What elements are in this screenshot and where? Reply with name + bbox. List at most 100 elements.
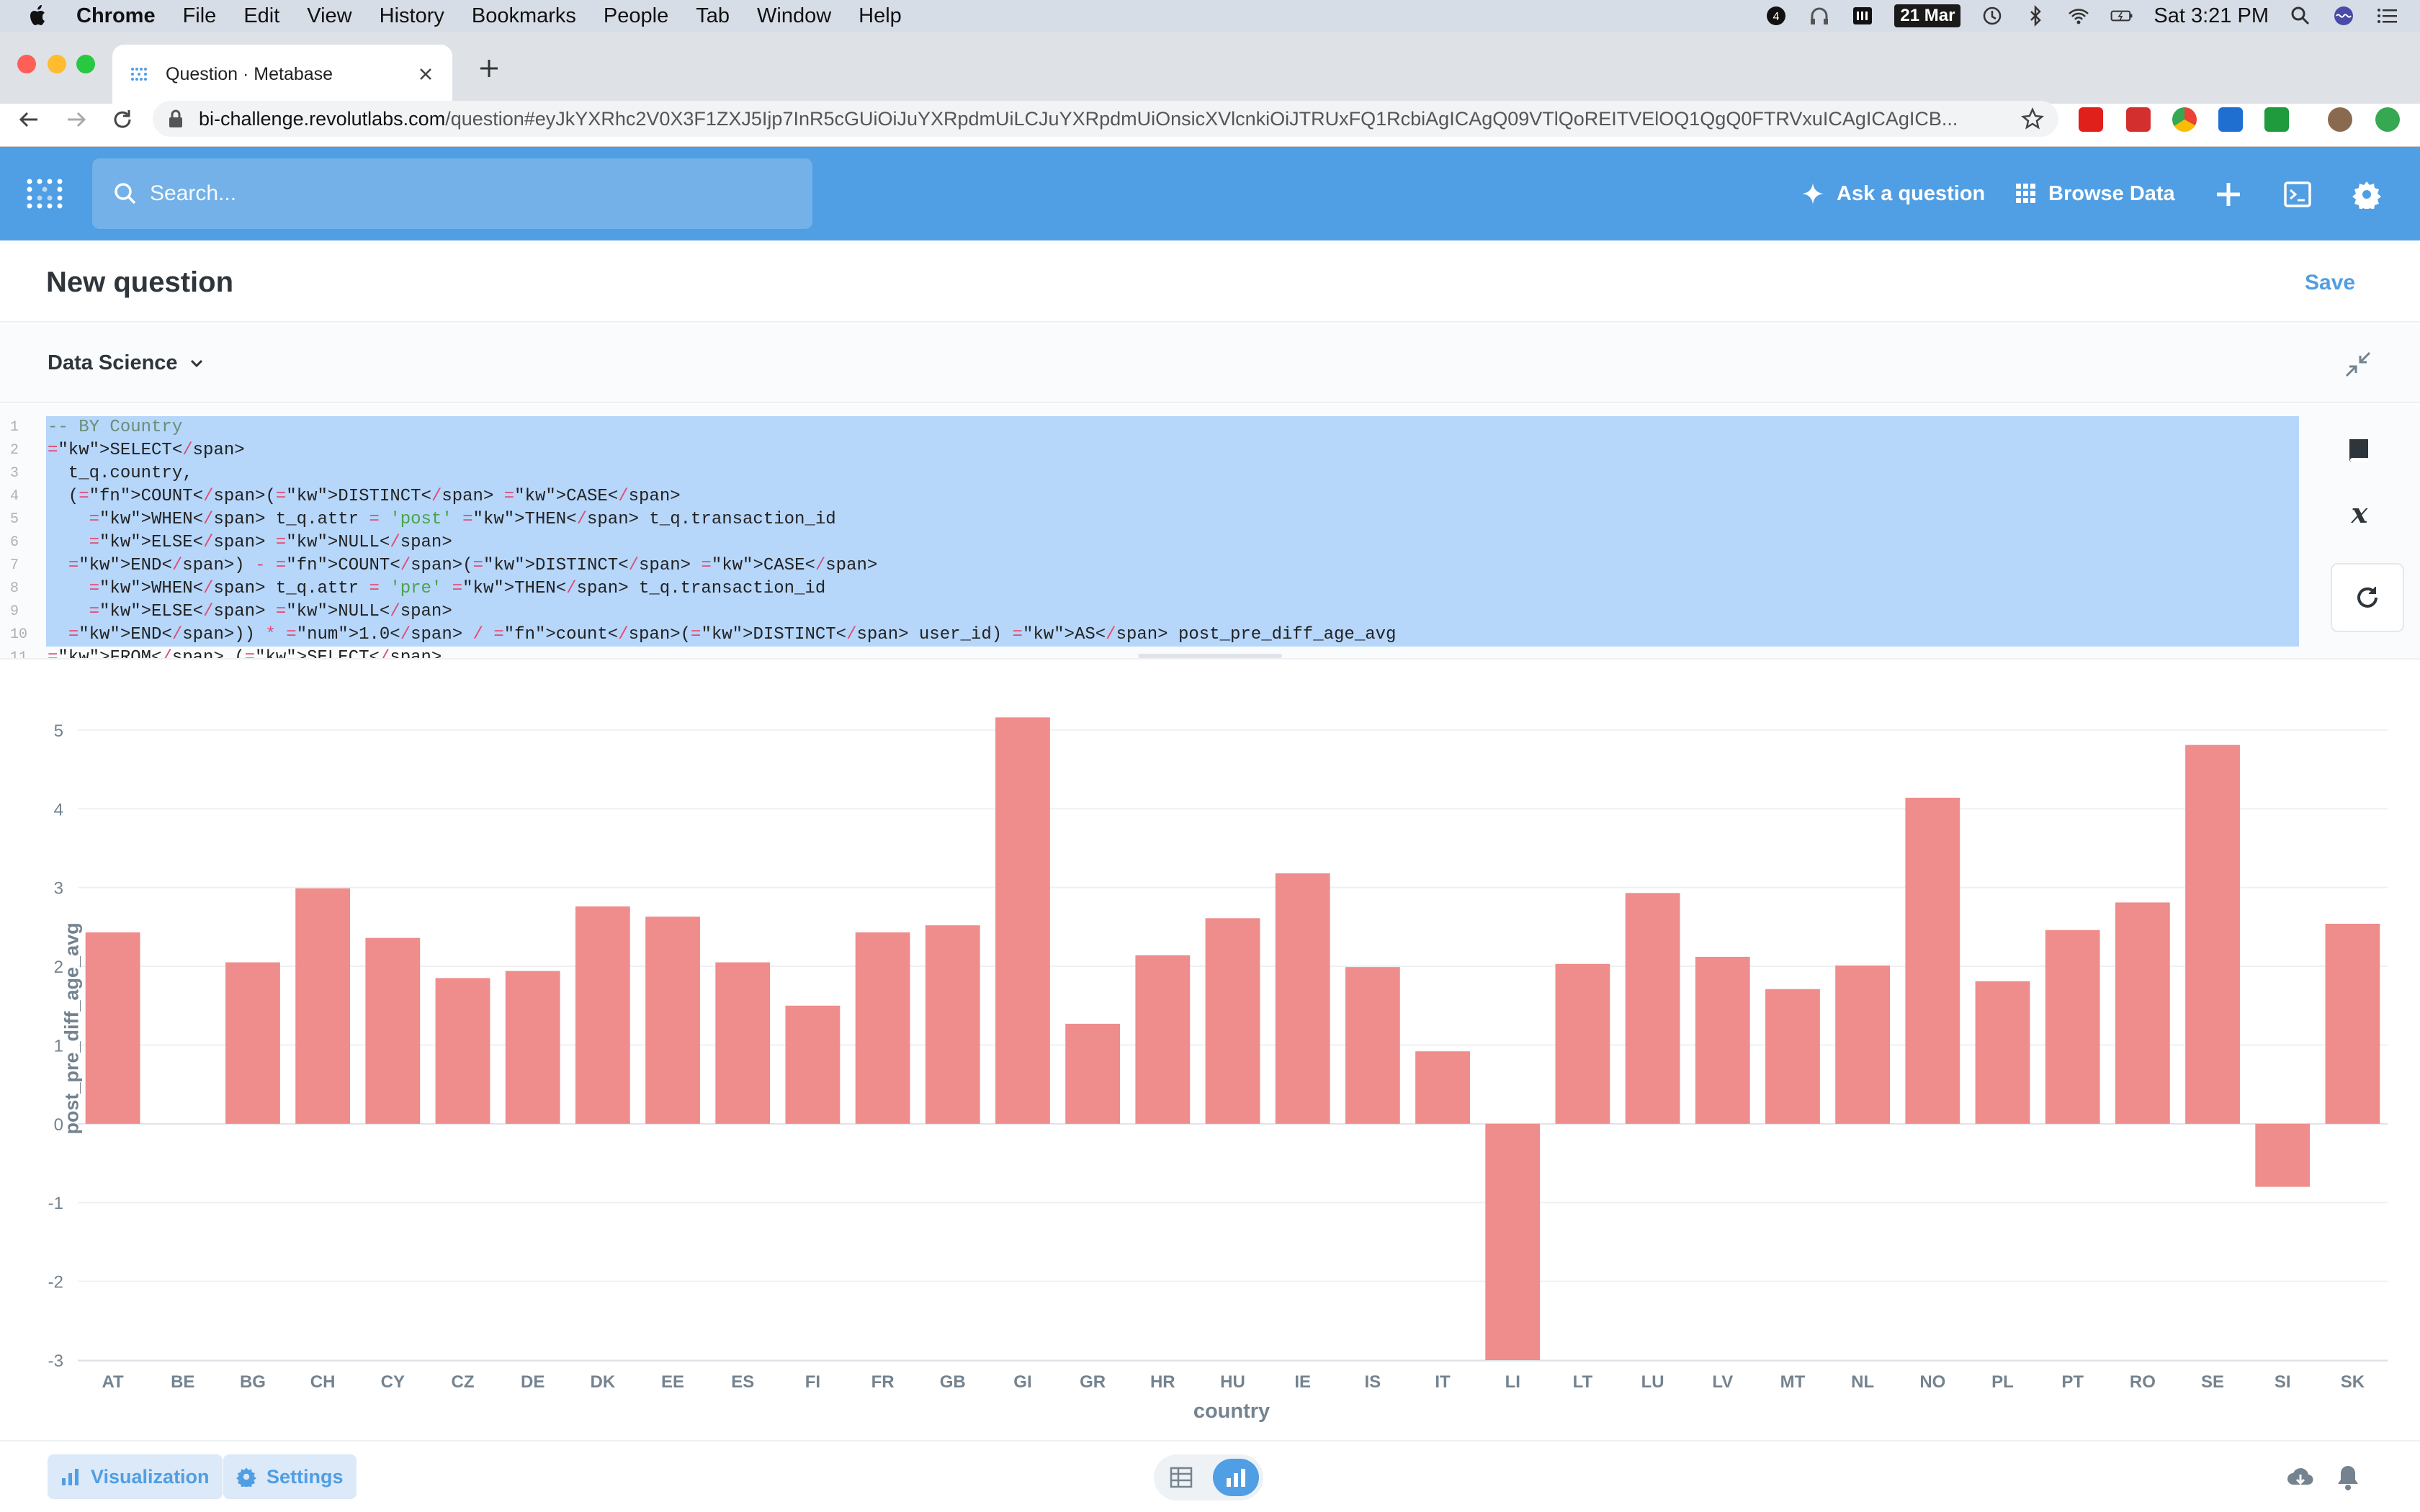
address-bar[interactable]: bi-challenge.revolutlabs.com/question#ey… — [153, 101, 2058, 137]
d-extension-icon[interactable] — [2264, 107, 2289, 132]
variables-icon[interactable]: x — [2344, 498, 2375, 530]
menu-extra-icon[interactable] — [1851, 4, 1874, 27]
notification-icon[interactable]: 4 — [1765, 4, 1788, 27]
code-line[interactable]: ="kw">END</span>)) * ="num">1.0</span> /… — [48, 624, 1397, 647]
menu-help[interactable]: Help — [859, 4, 902, 28]
code-line[interactable]: ="kw">SELECT</span> — [48, 439, 245, 462]
table-view-toggle[interactable] — [1158, 1459, 1204, 1496]
settings-button[interactable]: Settings — [223, 1454, 357, 1499]
save-button[interactable]: Save — [2305, 271, 2355, 295]
browser-tab-active[interactable]: Question · Metabase — [112, 45, 452, 104]
bar-es — [715, 962, 771, 1124]
menu-app-chrome[interactable]: Chrome — [76, 4, 156, 28]
x-tick-label: CH — [310, 1372, 336, 1392]
browse-data-button[interactable]: Browse Data — [2015, 177, 2175, 210]
profile-avatar[interactable] — [2328, 107, 2352, 132]
bookmark-star-icon[interactable] — [2021, 107, 2044, 130]
bar-si — [2255, 1123, 2311, 1187]
code-line[interactable]: ="kw">ELSE</span> ="kw">NULL</span> — [48, 531, 452, 554]
line-number: 9 — [10, 603, 19, 620]
code-line[interactable]: -- BY Country — [48, 416, 182, 439]
forward-arrow-icon[interactable] — [63, 107, 89, 132]
run-query-button[interactable] — [2331, 563, 2404, 632]
apple-icon[interactable] — [27, 4, 49, 28]
menu-view[interactable]: View — [307, 4, 351, 28]
bar-fi — [785, 1005, 841, 1124]
line-number: 11 — [10, 649, 28, 660]
calendar-date-badge[interactable]: 21 Mar — [1894, 4, 1961, 27]
back-arrow-icon[interactable] — [16, 107, 42, 132]
gear-icon[interactable] — [2352, 180, 2381, 209]
code-line[interactable]: ="kw">ELSE</span> ="kw">NULL</span> — [48, 600, 452, 624]
battery-icon[interactable] — [2110, 4, 2133, 27]
x-tick-label: CZ — [452, 1372, 475, 1392]
collapse-editor-icon[interactable] — [2344, 350, 2372, 379]
time-machine-icon[interactable] — [1981, 4, 2004, 27]
menu-history[interactable]: History — [380, 4, 444, 28]
bluetooth-icon[interactable] — [2024, 4, 2047, 27]
window-zoom-button[interactable] — [76, 55, 95, 73]
spotlight-search-icon[interactable] — [2289, 4, 2312, 27]
url-text[interactable]: bi-challenge.revolutlabs.com/question#ey… — [199, 108, 2021, 130]
code-line[interactable]: t_q.country, — [48, 462, 193, 485]
sql-editor[interactable]: 1 2 3 4 5 6 7 8 9 10 11 -- BY Country ="… — [0, 405, 2420, 660]
code-line[interactable]: ="kw">FROM</span> (="kw">SELECT</span> — [48, 647, 442, 658]
metabase-search-bar[interactable] — [92, 158, 812, 229]
menubar-clock[interactable]: Sat 3:21 PM — [2154, 4, 2269, 28]
x-tick-label: RO — [2130, 1372, 2156, 1392]
x-tick-label: HU — [1220, 1372, 1245, 1392]
lock-icon[interactable] — [167, 109, 184, 129]
ask-question-label: Ask a question — [1837, 181, 1986, 205]
bar-gr — [1065, 1023, 1121, 1124]
bar-sk — [2325, 923, 2380, 1124]
x-tick-label: PL — [1991, 1372, 2014, 1392]
line-number: 3 — [10, 465, 19, 482]
notification-center-icon[interactable] — [2375, 4, 2398, 27]
bar-gi — [995, 717, 1050, 1124]
editor-resize-handle[interactable] — [1138, 654, 1282, 658]
ask-question-button[interactable]: Ask a question — [1801, 177, 1985, 210]
view-toggle — [1154, 1454, 1263, 1500]
chrome-extension-icon[interactable] — [2172, 107, 2197, 132]
visualization-button[interactable]: Visualization — [48, 1454, 223, 1499]
menu-tab[interactable]: Tab — [696, 4, 730, 28]
database-select[interactable]: Data Science — [48, 351, 204, 375]
new-tab-icon[interactable] — [477, 56, 501, 81]
metabase-logo-icon[interactable] — [26, 177, 65, 210]
y-tick-label: -2 — [48, 1273, 63, 1292]
wifi-icon[interactable] — [2067, 4, 2090, 27]
menu-file[interactable]: File — [183, 4, 217, 28]
window-minimize-button[interactable] — [48, 55, 66, 73]
code-line[interactable]: ="kw">END</span>) - ="fn">COUNT</span>(=… — [48, 554, 877, 577]
plus-icon[interactable] — [2214, 180, 2243, 209]
menu-people[interactable]: People — [604, 4, 668, 28]
window-close-button[interactable] — [17, 55, 36, 73]
bookmark-extension-icon[interactable] — [2126, 107, 2151, 132]
bar-ch — [295, 888, 351, 1124]
x-tick-label: PT — [2061, 1372, 2084, 1392]
chart-view-toggle[interactable] — [1213, 1459, 1259, 1496]
menu-edit[interactable]: Edit — [243, 4, 279, 28]
bell-icon[interactable] — [2334, 1463, 2362, 1492]
layers-extension-icon[interactable] — [2218, 107, 2243, 132]
code-line[interactable]: ="kw">WHEN</span> t_q.attr = 'pre' ="kw"… — [48, 577, 826, 600]
menu-bookmarks[interactable]: Bookmarks — [472, 4, 576, 28]
code-line[interactable]: (="fn">COUNT</span>(="kw">DISTINCT</span… — [48, 485, 681, 508]
headphones-icon[interactable] — [1808, 4, 1831, 27]
tab-close-icon[interactable] — [416, 65, 435, 84]
menu-window[interactable]: Window — [757, 4, 831, 28]
sql-editor-icon[interactable] — [2283, 180, 2312, 209]
download-cloud-icon[interactable] — [2286, 1463, 2315, 1492]
code-line[interactable]: ="kw">WHEN</span> t_q.attr = 'post' ="kw… — [48, 508, 836, 531]
siri-icon[interactable] — [2332, 4, 2355, 27]
update-extension-icon[interactable] — [2375, 107, 2400, 132]
line-number: 8 — [10, 580, 19, 597]
grid-icon — [2016, 184, 2035, 203]
data-reference-book-icon[interactable] — [2344, 435, 2375, 467]
search-input[interactable] — [150, 181, 726, 206]
bar-lt — [1555, 963, 1610, 1124]
x-tick-label: DE — [521, 1372, 544, 1392]
reload-icon[interactable] — [109, 107, 135, 132]
bar-chart-icon — [62, 1469, 79, 1485]
adblock-extension-icon[interactable] — [2079, 107, 2103, 132]
